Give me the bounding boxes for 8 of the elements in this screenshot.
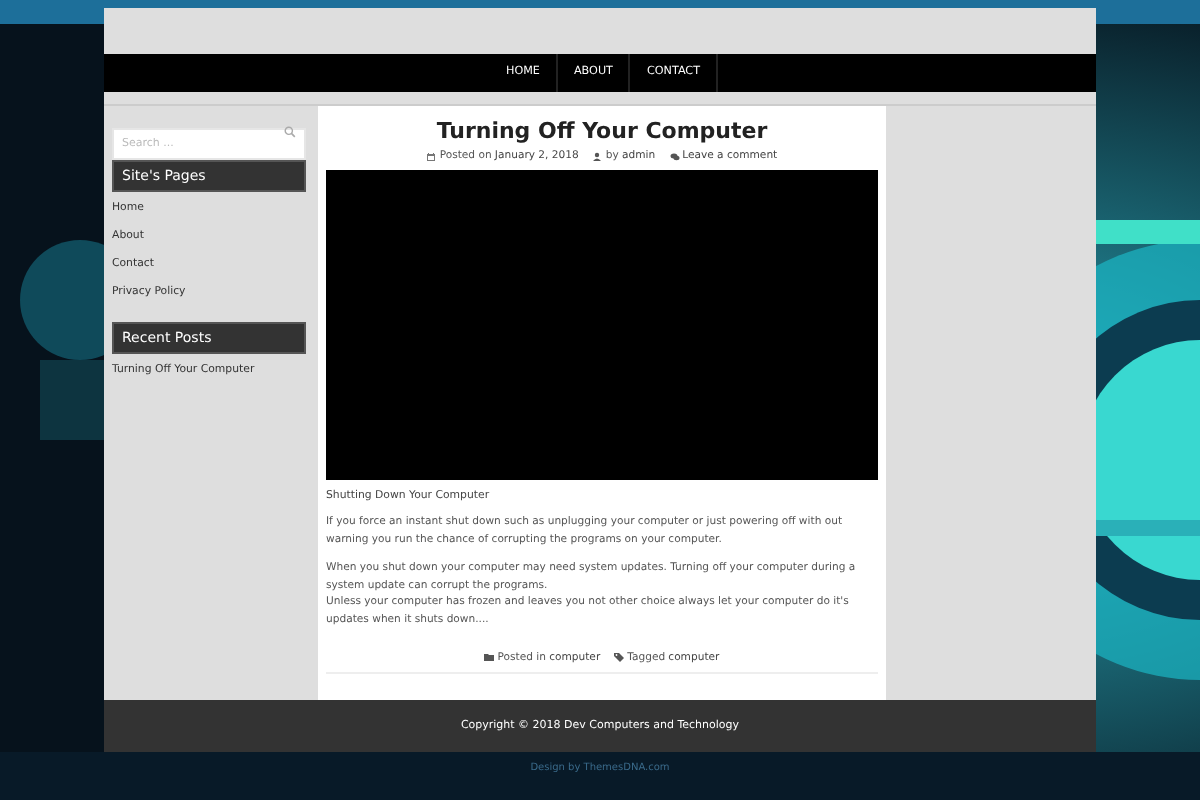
- video-frame[interactable]: [326, 170, 878, 480]
- speech-bubbles-icon: [669, 151, 680, 161]
- user-icon: [592, 151, 603, 161]
- calendar-icon: [426, 151, 437, 161]
- search-icon: [283, 126, 295, 138]
- post-title[interactable]: Turning Off Your Computer: [326, 118, 878, 144]
- folder-icon: [484, 652, 495, 663]
- tag-icon: [614, 652, 625, 663]
